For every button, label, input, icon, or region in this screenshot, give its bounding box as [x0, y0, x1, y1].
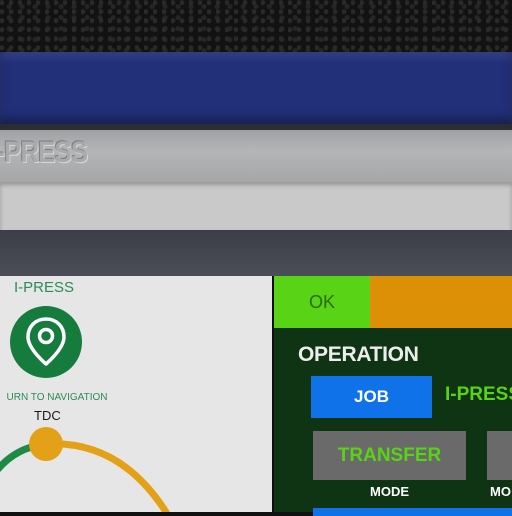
- second-mode-button[interactable]: [487, 431, 512, 480]
- gauge-indicator-knob: [29, 427, 63, 461]
- status-ok-indicator: OK: [274, 276, 370, 328]
- device-light-band: [0, 182, 512, 230]
- return-to-navigation-button[interactable]: [10, 306, 82, 378]
- device-top-texture: [0, 0, 512, 52]
- panel-title: I-PRESS: [14, 279, 75, 296]
- return-to-navigation-label: URN TO NAVIGATION: [6, 392, 108, 403]
- device-blue-band: [0, 52, 512, 124]
- map-pin-icon: [26, 317, 66, 366]
- mode-label: MODE: [370, 484, 409, 499]
- transfer-mode-button[interactable]: TRANSFER: [313, 431, 466, 480]
- device-screen-bezel: [0, 230, 512, 276]
- tdc-gauge: [0, 427, 170, 512]
- operation-title: OPERATION: [298, 343, 419, 366]
- gauge-arc-orange: [42, 440, 170, 512]
- status-warning-indicator: [370, 276, 512, 328]
- embossed-brand-label: I-PRESS: [0, 136, 88, 169]
- second-mode-label: MO: [490, 484, 511, 499]
- job-button[interactable]: JOB: [311, 376, 432, 418]
- job-value: I-PRESS: [445, 384, 512, 405]
- bottom-blue-button[interactable]: [313, 508, 512, 516]
